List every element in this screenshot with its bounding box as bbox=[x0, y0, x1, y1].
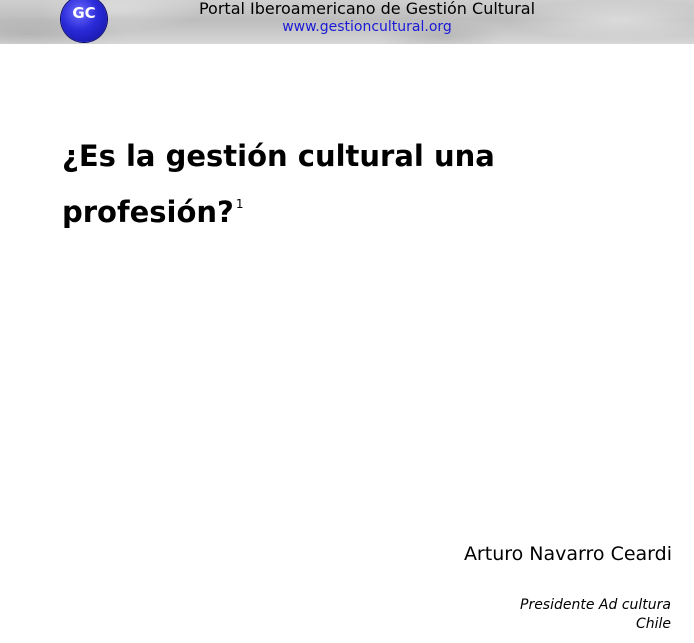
affiliation-country: Chile bbox=[635, 616, 671, 632]
document-title-line-2-text: profesión? bbox=[62, 195, 234, 229]
author-affiliation: Presidente Ad cultura Chile bbox=[520, 596, 671, 634]
portal-title: Portal Iberoamericano de Gestión Cultura… bbox=[198, 0, 536, 18]
portal-header-banner: GC Portal Iberoamericano de Gestión Cult… bbox=[0, 0, 694, 44]
author-name: Arturo Navarro Ceardi bbox=[463, 543, 672, 565]
affiliation-role: Presidente Ad cultura bbox=[520, 597, 671, 613]
document-title: ¿Es la gestión cultural una profesión? 1 bbox=[62, 128, 622, 240]
document-title-line-2: profesión? 1 bbox=[62, 184, 622, 240]
footnote-marker[interactable]: 1 bbox=[236, 197, 244, 211]
portal-url-link[interactable]: www.gestioncultural.org bbox=[0, 19, 694, 35]
document-title-line-1: ¿Es la gestión cultural una bbox=[62, 139, 495, 173]
